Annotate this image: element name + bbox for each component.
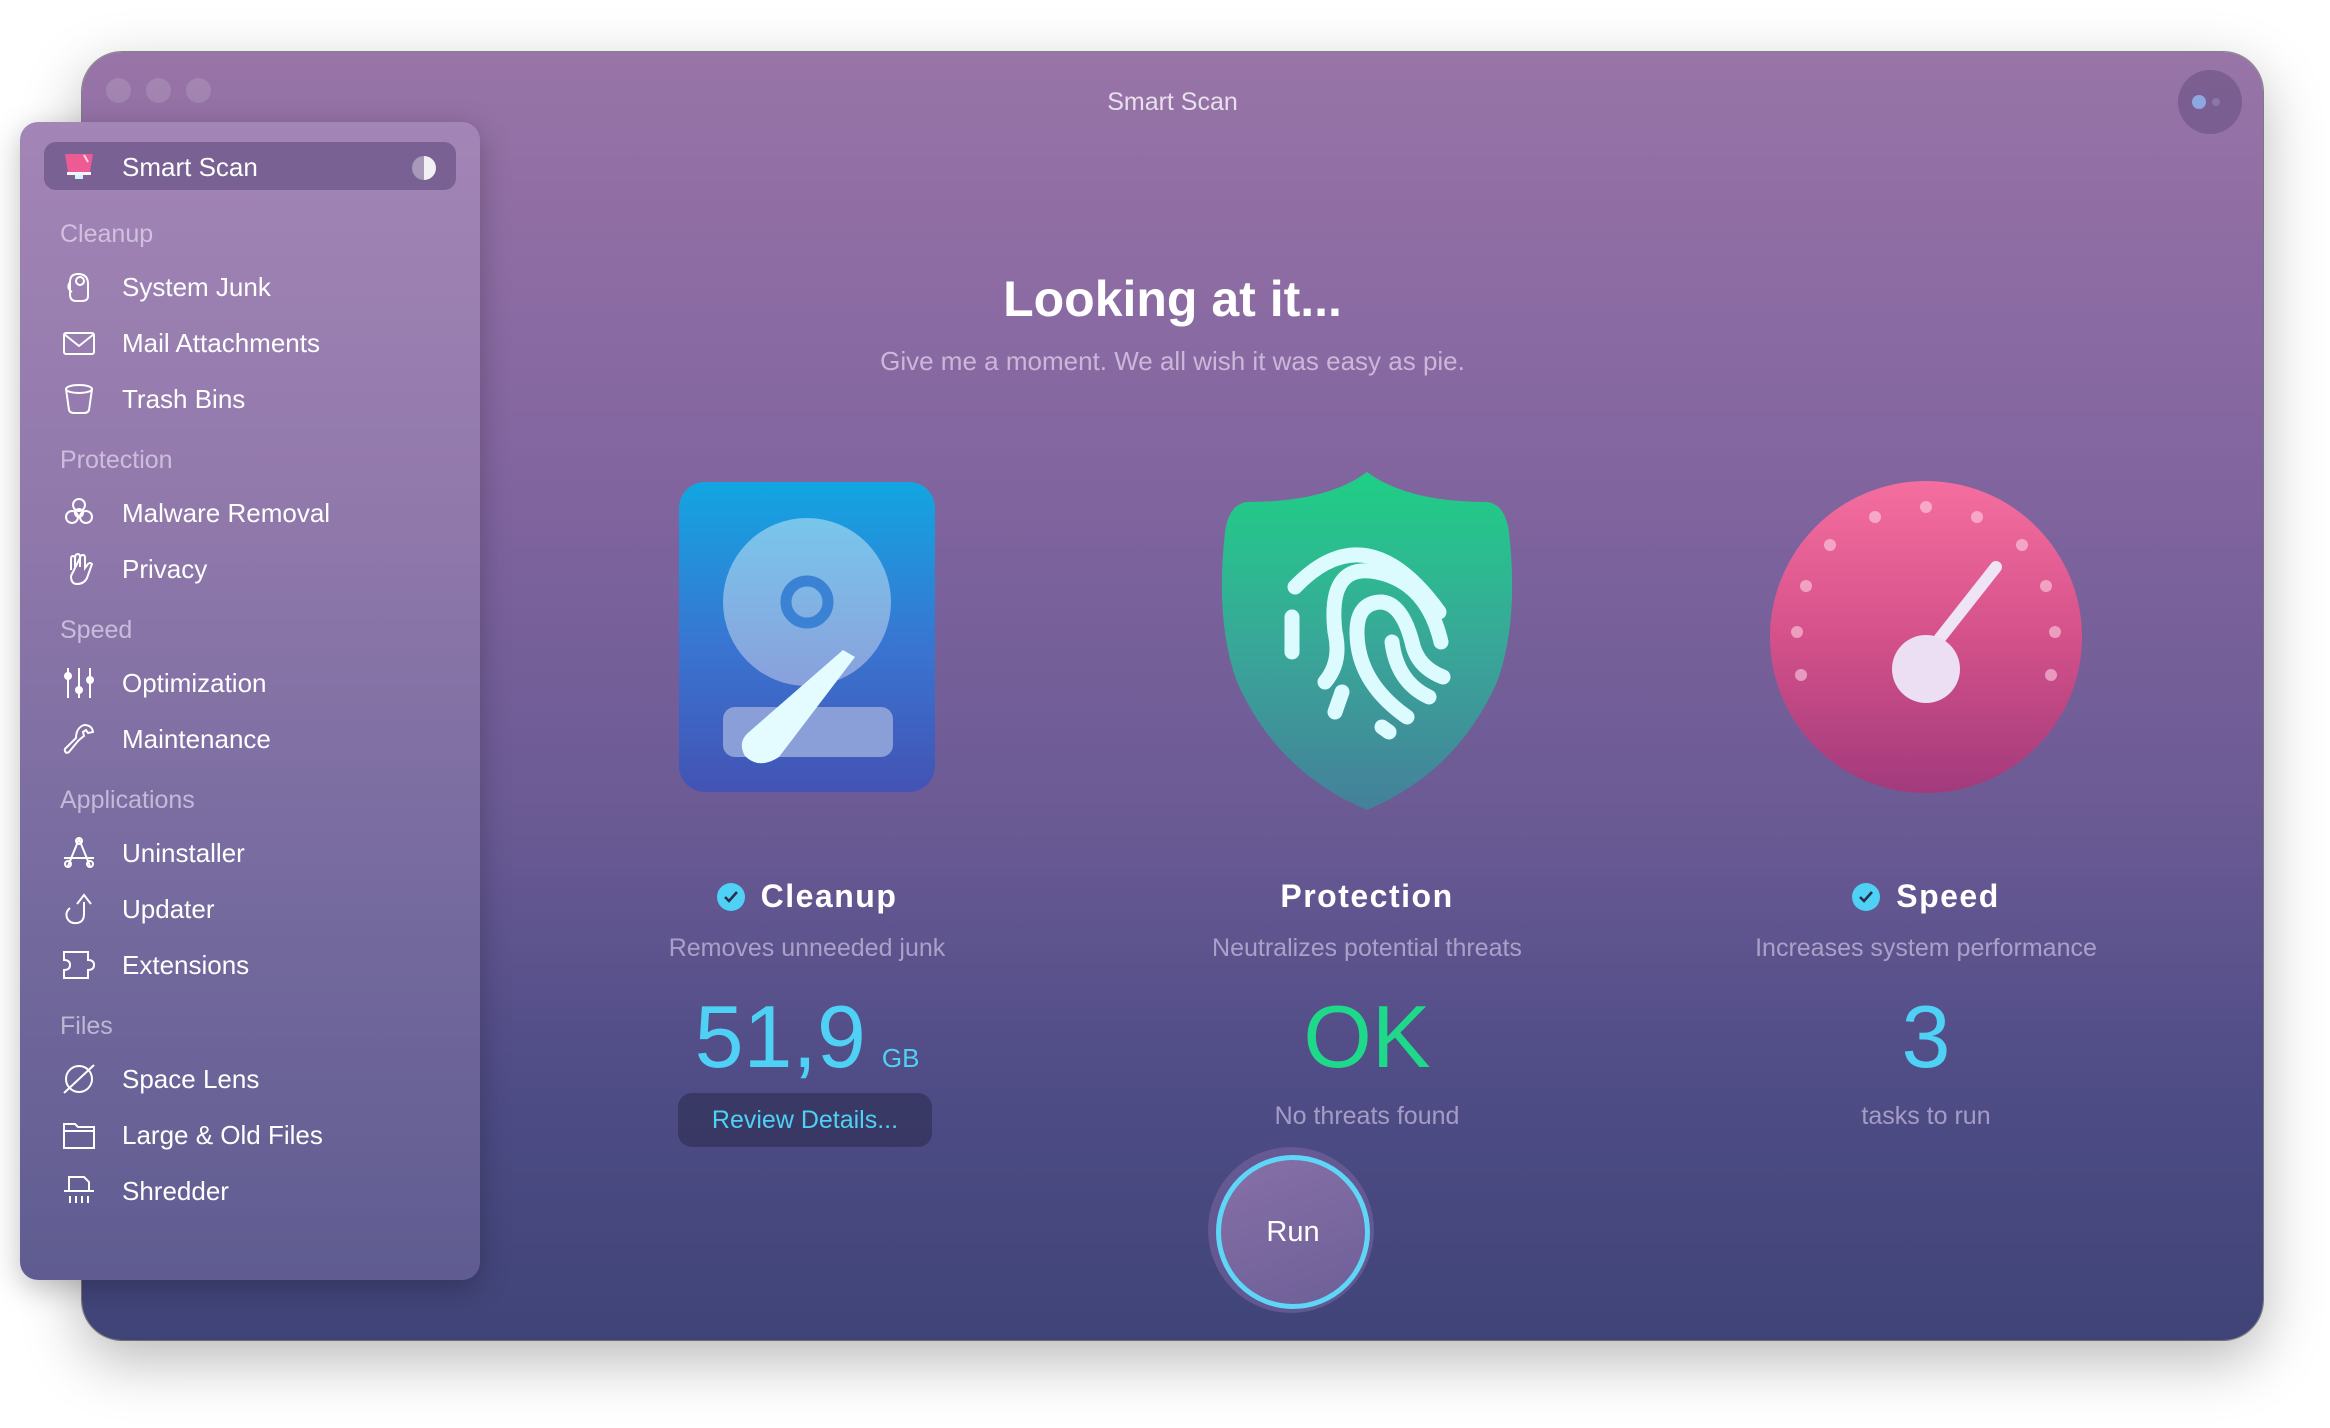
speed-description: Increases system performance — [1755, 934, 2097, 962]
cleanup-title-text: Cleanup — [760, 878, 898, 914]
sidebar-item-mail-attachments[interactable]: Mail Attachments — [20, 318, 480, 366]
mail-icon — [62, 326, 96, 360]
hand-icon — [62, 552, 96, 586]
cleanup-value: 51,9 GB — [547, 987, 1067, 1108]
protection-value: OK — [1303, 987, 1431, 1086]
sidebar-item-label: Shredder — [122, 1176, 229, 1206]
cleanup-unit: GB — [881, 1043, 920, 1073]
sidebar-section-speed: Speed — [60, 616, 133, 644]
sidebar-item-updater[interactable]: Updater — [20, 884, 480, 932]
sidebar-item-label: Updater — [122, 894, 215, 924]
sidebar-section-protection: Protection — [60, 446, 173, 474]
speed-subtext: tasks to run — [1861, 1102, 1991, 1130]
app-store-icon — [62, 836, 96, 870]
biohazard-icon — [62, 496, 96, 530]
sidebar-item-label: Trash Bins — [122, 384, 246, 414]
run-button-halo: Run — [1208, 1147, 1374, 1313]
sidebar-item-label: Optimization — [122, 668, 267, 698]
run-button[interactable]: Run — [1216, 1155, 1370, 1309]
update-arrow-icon — [62, 892, 96, 926]
cleanup-column: Cleanup Removes unneeded junk 51,9 GB Rev… — [547, 52, 1067, 1340]
sidebar-section-applications: Applications — [60, 786, 195, 814]
speed-column: Speed Increases system performance 3 tas… — [1666, 52, 2186, 1340]
system-junk-icon — [62, 270, 96, 304]
sidebar-item-smart-scan[interactable]: Smart Scan — [44, 142, 456, 190]
monitor-icon — [62, 152, 96, 186]
hard-drive-icon — [547, 480, 1067, 810]
review-details-button[interactable]: Review Details... — [678, 1093, 932, 1147]
sidebar-item-label: Extensions — [122, 950, 250, 980]
wrench-icon — [62, 722, 96, 756]
fingerprint-shield-icon — [1107, 472, 1627, 810]
progress-indicator-icon — [412, 156, 436, 180]
sidebar: Smart Scan Cleanup System Junk Mail Atta… — [20, 122, 480, 1280]
cleanup-size: 51,9 — [694, 987, 866, 1086]
sidebar-item-large-old-files[interactable]: Large & Old Files — [20, 1110, 480, 1158]
speed-title: Speed — [1666, 878, 2186, 915]
sidebar-section-cleanup: Cleanup — [60, 220, 154, 248]
protection-title-text: Protection — [1280, 878, 1454, 914]
check-icon — [716, 882, 745, 911]
sidebar-item-label: Large & Old Files — [122, 1120, 323, 1150]
sidebar-item-label: Smart Scan — [122, 152, 258, 182]
sidebar-item-uninstaller[interactable]: Uninstaller — [20, 828, 480, 876]
sidebar-item-trash-bins[interactable]: Trash Bins — [20, 374, 480, 422]
sidebar-item-label: Space Lens — [122, 1064, 260, 1094]
sidebar-item-extensions[interactable]: Extensions — [20, 940, 480, 988]
trash-icon — [62, 382, 96, 416]
sidebar-item-label: Maintenance — [122, 724, 271, 754]
sidebar-item-space-lens[interactable]: Space Lens — [20, 1054, 480, 1102]
sidebar-item-privacy[interactable]: Privacy — [20, 544, 480, 592]
check-icon — [1852, 882, 1881, 911]
sidebar-item-label: Privacy — [122, 554, 208, 584]
assistant-dot-icon — [2192, 95, 2206, 109]
sidebar-item-label: Mail Attachments — [122, 328, 320, 358]
folder-icon — [62, 1118, 96, 1152]
puzzle-icon — [62, 948, 96, 982]
assistant-button[interactable] — [2178, 70, 2242, 134]
sidebar-item-label: Uninstaller — [122, 838, 245, 868]
sidebar-section-files: Files — [60, 1012, 113, 1040]
sidebar-item-optimization[interactable]: Optimization — [20, 658, 480, 706]
protection-column: Protection Neutralizes potential threats… — [1107, 52, 1627, 1340]
speed-value: 3 — [1901, 987, 1951, 1086]
shredder-icon — [62, 1174, 96, 1208]
cleanup-title: Cleanup — [547, 878, 1067, 915]
protection-title: Protection — [1107, 878, 1627, 915]
sidebar-item-shredder[interactable]: Shredder — [20, 1166, 480, 1214]
cleanup-description: Removes unneeded junk — [668, 934, 946, 962]
sidebar-item-maintenance[interactable]: Maintenance — [20, 714, 480, 762]
speed-title-text: Speed — [1896, 878, 2000, 914]
planet-icon — [62, 1062, 96, 1096]
protection-description: Neutralizes potential threats — [1212, 934, 1522, 962]
assistant-dot-icon — [2212, 98, 2220, 106]
sidebar-item-malware-removal[interactable]: Malware Removal — [20, 488, 480, 536]
sidebar-item-label: Malware Removal — [122, 498, 331, 528]
sidebar-item-system-junk[interactable]: System Junk — [20, 262, 480, 310]
protection-subtext: No threats found — [1274, 1102, 1460, 1130]
sliders-icon — [62, 666, 96, 700]
speedometer-icon — [1666, 477, 2186, 807]
sidebar-item-label: System Junk — [122, 272, 271, 302]
